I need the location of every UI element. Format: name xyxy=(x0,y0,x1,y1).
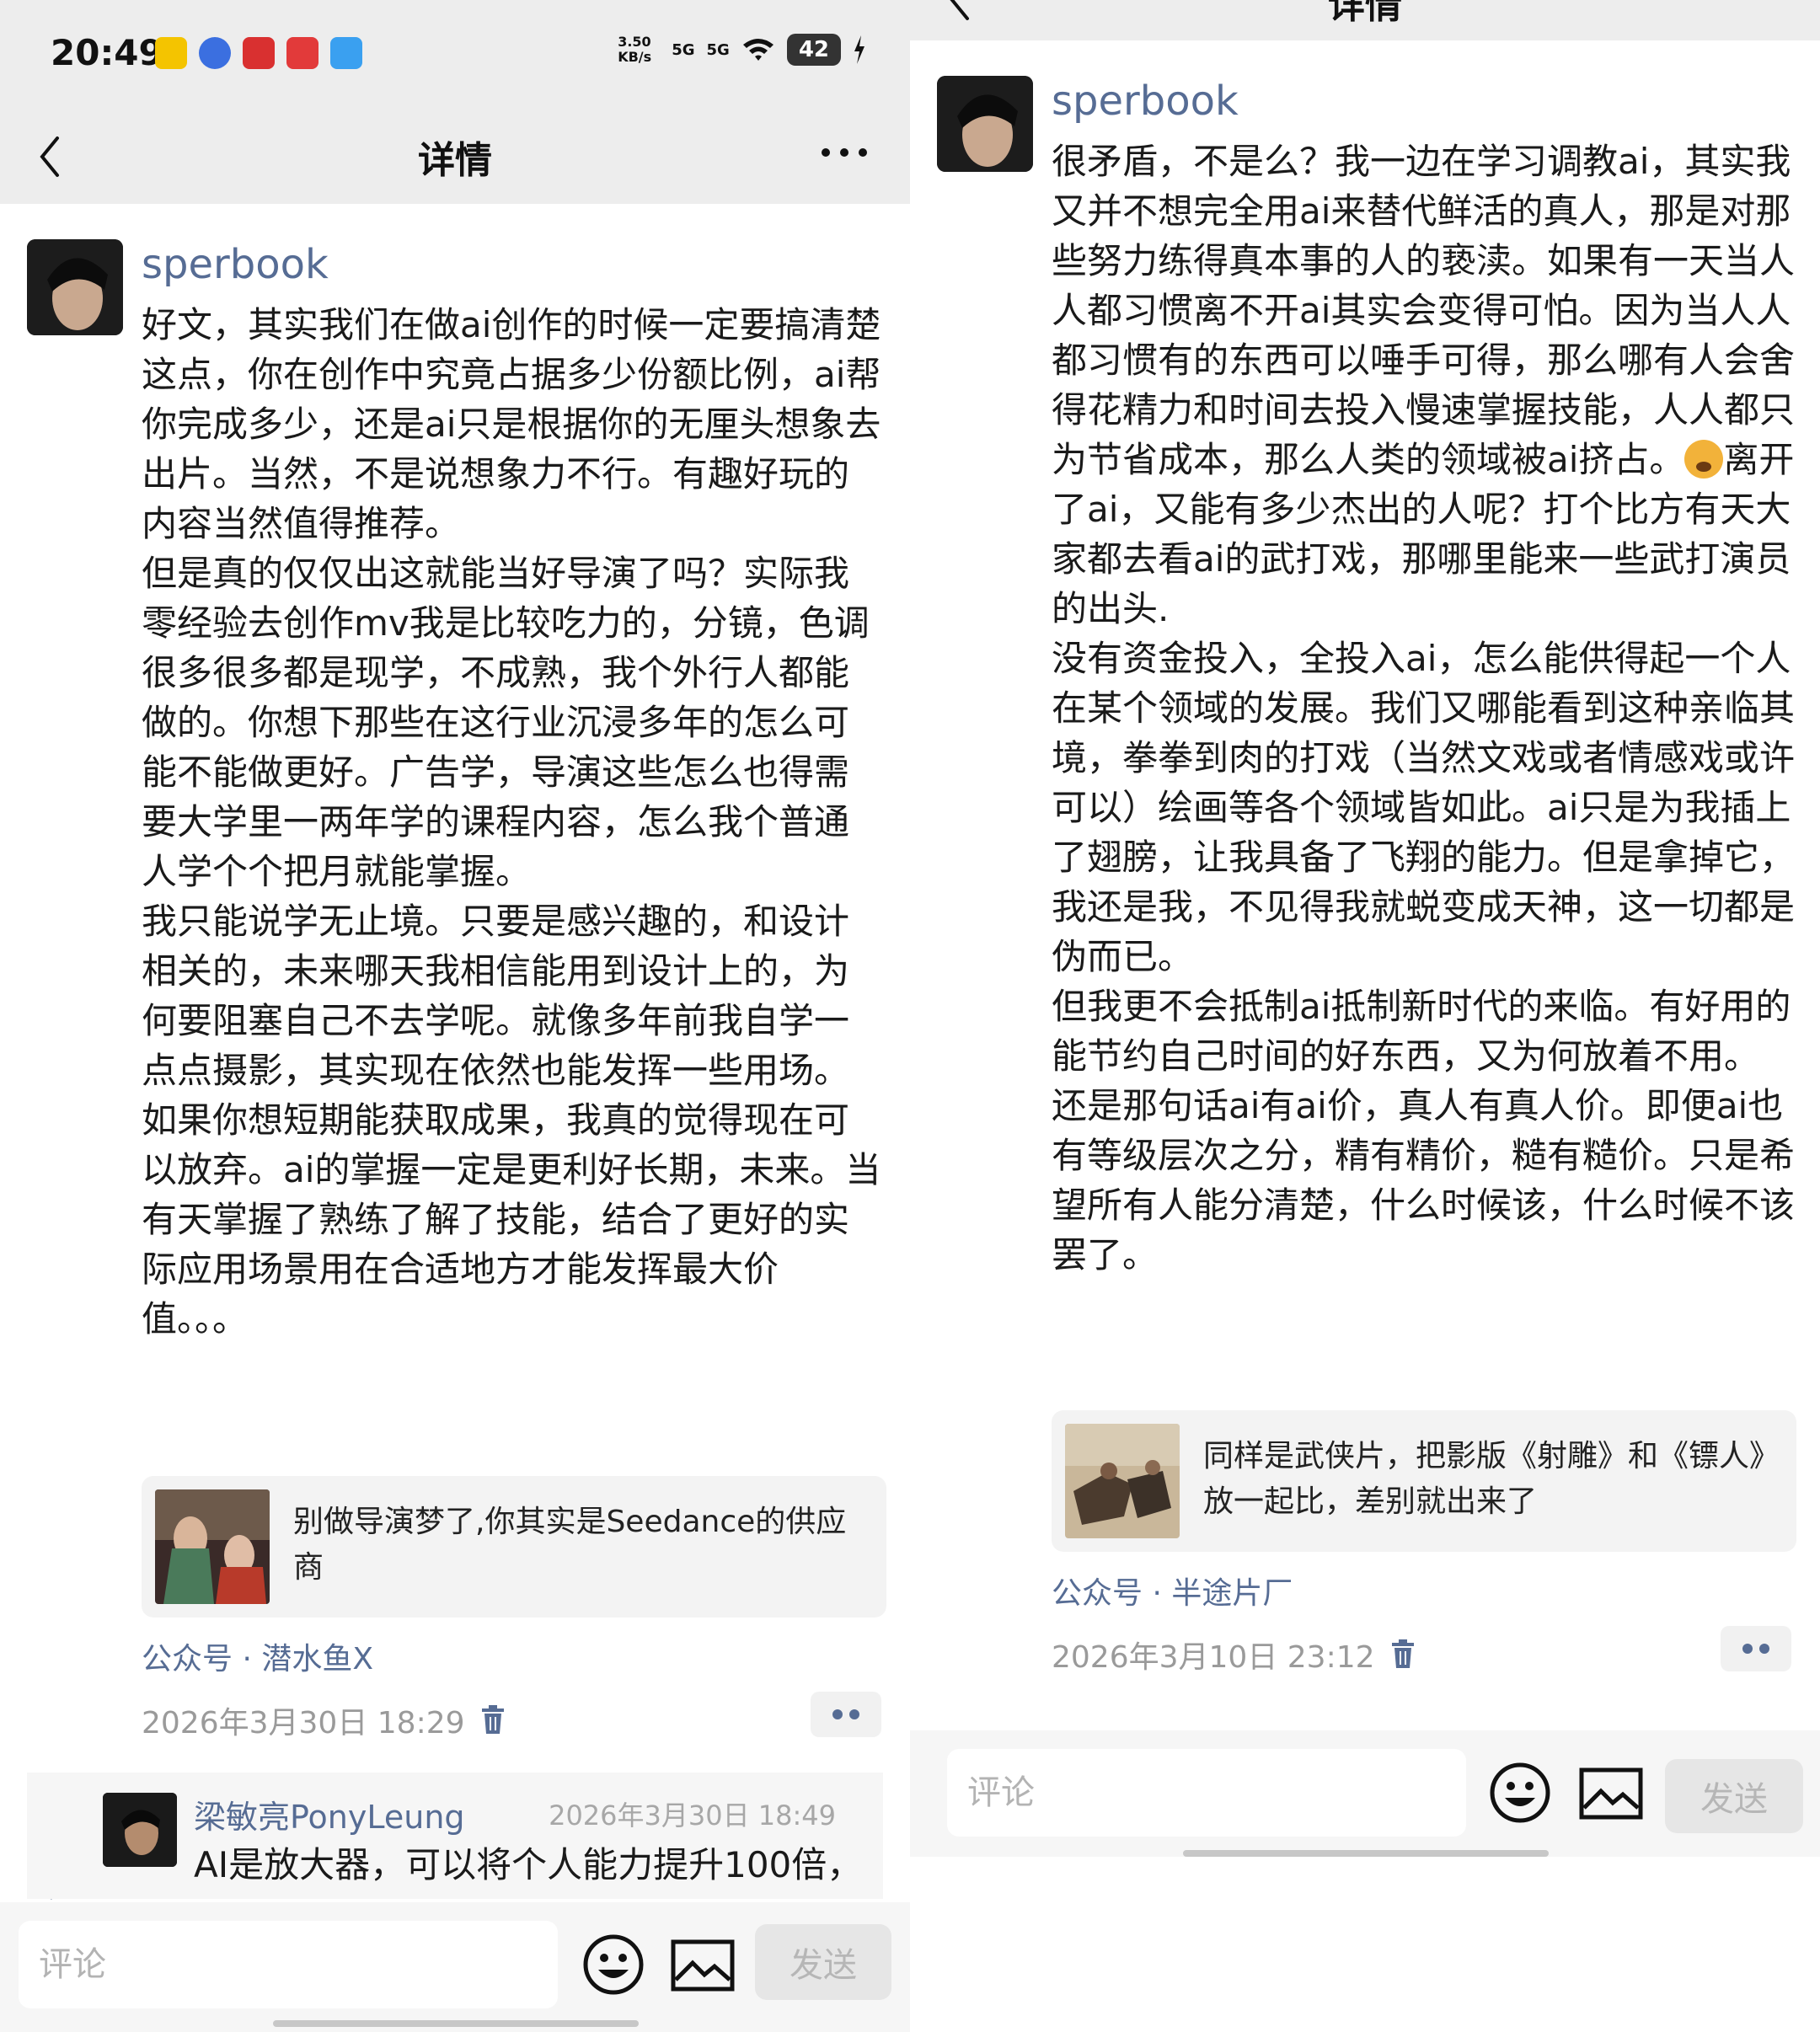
stock-notification-icon xyxy=(286,37,318,69)
post-timestamp-row: 2026年3月10日 23:12 xyxy=(1052,1633,1416,1676)
left-screen: 20:49 3.50 KB/s 5G 5G 42 详情 sperbook 好文，… xyxy=(0,0,910,2032)
like-comment-button[interactable] xyxy=(811,1692,881,1737)
author-avatar[interactable] xyxy=(937,76,1033,172)
post-paragraph: 很矛盾，不是么？我一边在学习调教ai，其实我又并不想完全用ai来替代鲜活的真人，… xyxy=(1052,136,1801,634)
article-link-card[interactable]: 别做导演梦了,你其实是Seedance的供应商 xyxy=(142,1476,886,1618)
dots-icon xyxy=(832,1709,859,1719)
system-status-icons: 3.50 KB/s 5G 5G 42 xyxy=(618,34,866,66)
avatar-portrait xyxy=(937,76,1033,172)
comment-time: 2026年3月30日 18:49 xyxy=(549,1799,836,1831)
post-paragraph: 但是真的仅仅出这就能当好导演了吗？实际我零经验去创作mv我是比较吃力的，分镜，色… xyxy=(142,553,870,892)
avatar-portrait xyxy=(27,239,123,335)
post-body: 很矛盾，不是么？我一边在学习调教ai，其实我又并不想完全用ai来替代鲜活的真人，… xyxy=(1052,136,1801,1280)
more-options-icon[interactable] xyxy=(819,140,870,165)
article-thumbnail xyxy=(155,1489,270,1604)
status-bar: 20:49 3.50 KB/s 5G 5G 42 xyxy=(0,0,910,110)
commenter-name[interactable]: 梁敏亮PonyLeung xyxy=(194,1791,465,1837)
post-body: 好文，其实我们在做ai创作的时候一定要搞清楚这点，你在创作中究竟占据多少份额比例… xyxy=(142,300,881,1344)
image-icon[interactable] xyxy=(671,1939,735,1992)
commenter-avatar[interactable] xyxy=(103,1793,177,1867)
send-button[interactable]: 发送 xyxy=(755,1924,891,2000)
post-paragraph: 没有资金投入，全投入ai，怎么能供得起一个人在某个领域的发展。我们又哪能看到这种… xyxy=(1052,638,1796,977)
net-speed: 3.50 KB/s xyxy=(618,34,652,65)
post-paragraph: 但我更不会抵制ai抵制新时代的来临。有好用的能节约自己时间的好东西，又为何放着不… xyxy=(1052,986,1791,1077)
comment-input-bar: 发送 xyxy=(0,1902,910,2032)
article-source[interactable]: 公众号 · 潜水鱼X xyxy=(142,1634,373,1678)
page-title: 详情 xyxy=(1328,0,1402,27)
author-name[interactable]: sperbook xyxy=(142,241,329,288)
article-title: 别做导演梦了,你其实是Seedance的供应商 xyxy=(293,1505,847,1585)
post-paragraph: 如果你想短期能获取成果，我真的觉得现在可以放弃。ai的掌握一定是更利好长期，未来… xyxy=(142,1099,881,1340)
wifi-icon xyxy=(742,39,774,61)
comment-text: AI是放大器，可以将个人能力提升100倍， xyxy=(194,1844,863,1885)
image-icon[interactable] xyxy=(1579,1767,1643,1820)
page-title: 详情 xyxy=(418,139,492,182)
emoji-icon[interactable] xyxy=(1488,1761,1552,1825)
article-thumbnail xyxy=(1065,1424,1180,1538)
like-comment-button[interactable] xyxy=(1721,1626,1791,1671)
nav-bar: 详情 xyxy=(910,0,1820,40)
nav-bar: 详情 xyxy=(0,110,910,204)
comment-item: 梁敏亮PonyLeung 2026年3月30日 18:49 AI是放大器，可以将… xyxy=(27,1773,883,1899)
author-avatar[interactable] xyxy=(27,239,123,335)
signal-5g-icon-2: 5G xyxy=(706,40,730,59)
post-timestamp-row: 2026年3月30日 18:29 xyxy=(142,1698,506,1742)
article-title: 同样是武侠片，把影版《射雕》和《镖人》放一起比，差别就出来了 xyxy=(1203,1439,1780,1519)
yawn-emoji-icon xyxy=(1684,440,1724,479)
post-timestamp: 2026年3月10日 23:12 xyxy=(1052,1640,1375,1675)
author-name[interactable]: sperbook xyxy=(1052,78,1239,125)
battery-indicator: 42 xyxy=(786,34,841,66)
post-timestamp: 2026年3月30日 18:29 xyxy=(142,1706,465,1741)
signal-5g-icon: 5G xyxy=(672,40,695,59)
send-notification-icon xyxy=(330,37,362,69)
comment-input-bar: 发送 xyxy=(910,1730,1820,1857)
post-paragraph: 好文，其实我们在做ai创作的时候一定要搞清楚这点，你在创作中究竟占据多少份额比例… xyxy=(142,304,881,544)
notification-icons xyxy=(155,37,362,69)
emoji-icon[interactable] xyxy=(581,1933,645,1997)
baidu-notification-icon xyxy=(199,37,231,69)
post-text: 很矛盾，不是么？我一边在学习调教ai，其实我又并不想完全用ai来替代鲜活的真人，… xyxy=(1052,141,1796,480)
article-source[interactable]: 公众号 · 半途片厂 xyxy=(1052,1569,1293,1612)
charging-icon xyxy=(854,35,864,64)
home-indicator[interactable] xyxy=(1183,1850,1549,1857)
right-screen: 详情 sperbook 很矛盾，不是么？我一边在学习调教ai，其实我又并不想完全… xyxy=(910,0,1820,2032)
app-notification-icon xyxy=(155,37,187,69)
send-button[interactable]: 发送 xyxy=(1665,1759,1803,1833)
trash-icon[interactable] xyxy=(1390,1639,1416,1670)
post-paragraph: 我只能说学无止境。只要是感兴趣的，和设计相关的，未来哪天我相信能用到设计上的，为… xyxy=(142,901,850,1091)
home-indicator[interactable] xyxy=(273,2020,639,2027)
status-time: 20:49 xyxy=(51,32,163,73)
comment-input[interactable] xyxy=(947,1749,1466,1837)
news-notification-icon xyxy=(243,37,275,69)
dots-icon xyxy=(1742,1644,1769,1654)
post-paragraph: 还是那句话ai有ai价，真人有真人价。即便ai也有等级层次之分，精有精价，糙有糙… xyxy=(1052,1085,1796,1275)
trash-icon[interactable] xyxy=(480,1705,506,1735)
article-link-card[interactable]: 同样是武侠片，把影版《射雕》和《镖人》放一起比，差别就出来了 xyxy=(1052,1410,1796,1552)
comment-input[interactable] xyxy=(19,1921,558,2008)
